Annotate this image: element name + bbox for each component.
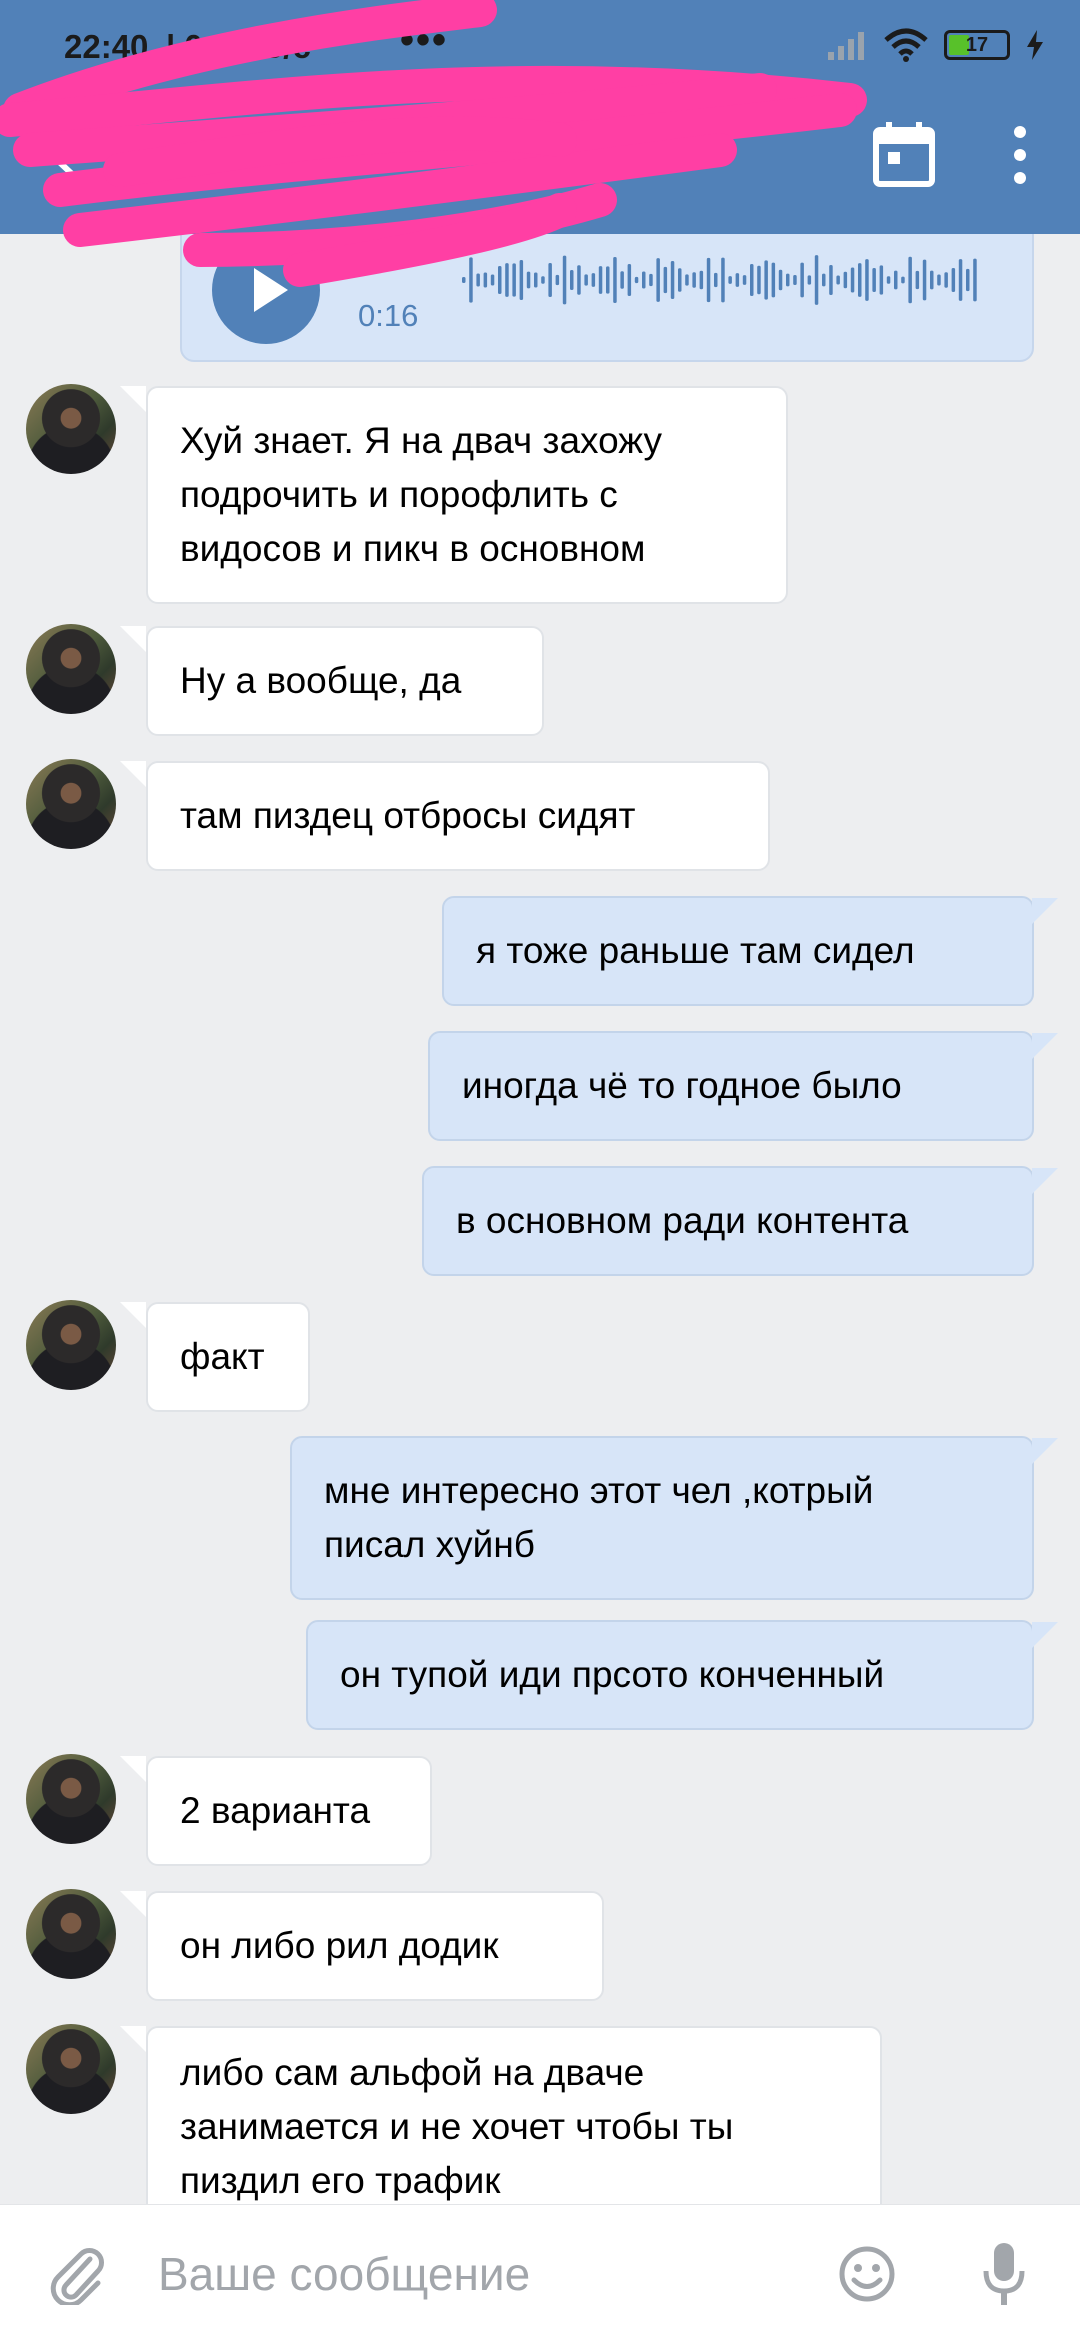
- waveform-bar: [973, 258, 977, 302]
- waveform-bar: [886, 276, 891, 284]
- redaction-scribble: [0, 0, 867, 287]
- outgoing-message[interactable]: в основном ради контента: [422, 1166, 1034, 1276]
- message-text: пиздил его трафик: [180, 2160, 501, 2201]
- waveform-bar: [944, 272, 948, 288]
- incoming-message[interactable]: Хуй знает. Я на двач захожу подрочить и …: [146, 386, 788, 604]
- wifi-icon: [884, 28, 928, 62]
- waveform-bar: [894, 270, 898, 290]
- message-text: занимается и не хочет чтобы ты: [180, 2106, 734, 2147]
- message-text: он либо рил додик: [180, 1925, 499, 1966]
- incoming-message[interactable]: там пиздец отбросы сидят: [146, 761, 770, 871]
- incoming-message[interactable]: Ну а вообще, да: [146, 626, 544, 736]
- message-text: он тупой иди прсото конченный: [340, 1654, 885, 1695]
- battery-level: 17: [965, 34, 989, 56]
- avatar[interactable]: [26, 1754, 116, 1844]
- message-text: Ну а вообще, да: [180, 660, 462, 701]
- calendar-icon[interactable]: [872, 120, 936, 188]
- avatar[interactable]: [26, 2024, 116, 2114]
- message-text: там пиздец отбросы сидят: [180, 795, 636, 836]
- message-text: писал хуйнб: [324, 1524, 535, 1565]
- incoming-message[interactable]: факт: [146, 1302, 310, 1412]
- waveform-bar: [930, 270, 934, 290]
- waveform-bar: [922, 259, 927, 301]
- message-text: в основном ради контента: [456, 1200, 909, 1241]
- voice-duration: 0:16: [358, 298, 419, 333]
- paperclip-icon[interactable]: [50, 2245, 106, 2305]
- message-text: мне интересно этот чел ,котрый: [324, 1470, 874, 1511]
- message-text: подрочить и порофлить с: [180, 474, 618, 515]
- message-text: факт: [180, 1336, 265, 1377]
- avatar[interactable]: [26, 1300, 116, 1390]
- avatar[interactable]: [26, 1889, 116, 1979]
- waveform-bar: [915, 270, 920, 290]
- message-text: я тоже раньше там сидел: [476, 930, 915, 971]
- avatar[interactable]: [26, 759, 116, 849]
- avatar[interactable]: [26, 624, 116, 714]
- incoming-message[interactable]: он либо рил додик: [146, 1891, 604, 2001]
- message-text: 2 варианта: [180, 1790, 371, 1831]
- message-input[interactable]: [158, 2229, 798, 2319]
- message-text: видосов и пикч в основном: [180, 528, 646, 569]
- waveform-bar: [879, 265, 884, 295]
- message-text: либо сам альфой на дваче: [180, 2052, 645, 2093]
- waveform-bar: [966, 268, 970, 292]
- incoming-message[interactable]: 2 варианта: [146, 1756, 432, 1866]
- microphone-icon[interactable]: [982, 2241, 1026, 2307]
- charging-icon: [1027, 30, 1043, 60]
- waveform-bar: [908, 256, 912, 304]
- emoji-icon[interactable]: [838, 2245, 896, 2303]
- message-list[interactable]: 0:16 Хуй знает. Я на двач захожу подрочи…: [0, 234, 1080, 2204]
- outgoing-message[interactable]: он тупой иди прсото конченный: [306, 1620, 1034, 1730]
- avatar[interactable]: [26, 384, 116, 474]
- outgoing-message[interactable]: мне интересно этот чел ,котрый писал хуй…: [290, 1436, 1034, 1600]
- waveform-bar: [951, 268, 956, 292]
- outgoing-message[interactable]: иногда чё то годное было: [428, 1031, 1034, 1141]
- waveform-bar: [937, 274, 941, 286]
- message-composer: [0, 2204, 1080, 2340]
- outgoing-message[interactable]: я тоже раньше там сидел: [442, 896, 1034, 1006]
- message-text: Хуй знает. Я на двач захожу: [180, 420, 662, 461]
- more-vert-icon[interactable]: [1000, 120, 1040, 190]
- message-text: иногда чё то годное было: [462, 1065, 902, 1106]
- battery-icon: 17: [944, 30, 1010, 60]
- waveform-bar: [901, 276, 905, 284]
- incoming-message[interactable]: либо сам альфой на дваче занимается и не…: [146, 2026, 882, 2204]
- waveform-bar: [958, 259, 963, 301]
